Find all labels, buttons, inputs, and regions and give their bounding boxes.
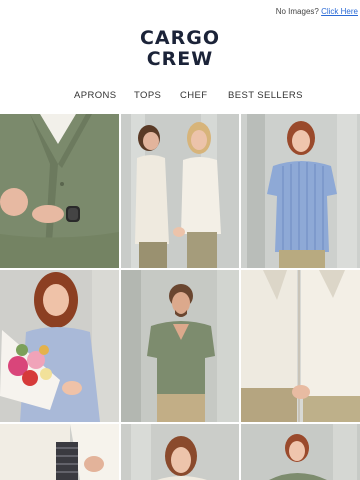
logo-line-1: CARGO [139,27,221,49]
logo-line-2: CREW [146,48,214,70]
photo-olive-shirt-closeup[interactable] [0,114,119,268]
click-here-link[interactable]: Click Here [321,7,358,16]
product-photo-grid [0,114,360,480]
nav-aprons[interactable]: APRONS [74,90,117,101]
photo-woman-olive-shirt-bottom[interactable] [241,424,360,480]
photo-woman-with-flowers[interactable] [0,270,119,422]
photo-woman-striped-blue-shirt[interactable] [241,114,360,268]
nav-chef[interactable]: CHEF [180,90,207,101]
photo-two-women-cream-shirts[interactable] [121,114,239,268]
main-nav: APRONS TOPS CHEF BEST SELLERS [0,90,360,104]
cargo-crew-logo[interactable]: CARGO CREW [0,28,360,70]
no-images-bar: No Images? Click Here [0,0,360,22]
photo-cream-shirts-holding-hands[interactable] [241,270,360,422]
no-images-text: No Images? [275,7,319,16]
photo-woman-cream-shirt-bottom[interactable] [121,424,239,480]
photo-cream-shirt-bottom-left[interactable] [0,424,119,480]
photo-man-olive-shirt[interactable] [121,270,239,422]
nav-tops[interactable]: TOPS [134,90,161,101]
nav-best-sellers[interactable]: BEST SELLERS [228,90,303,101]
